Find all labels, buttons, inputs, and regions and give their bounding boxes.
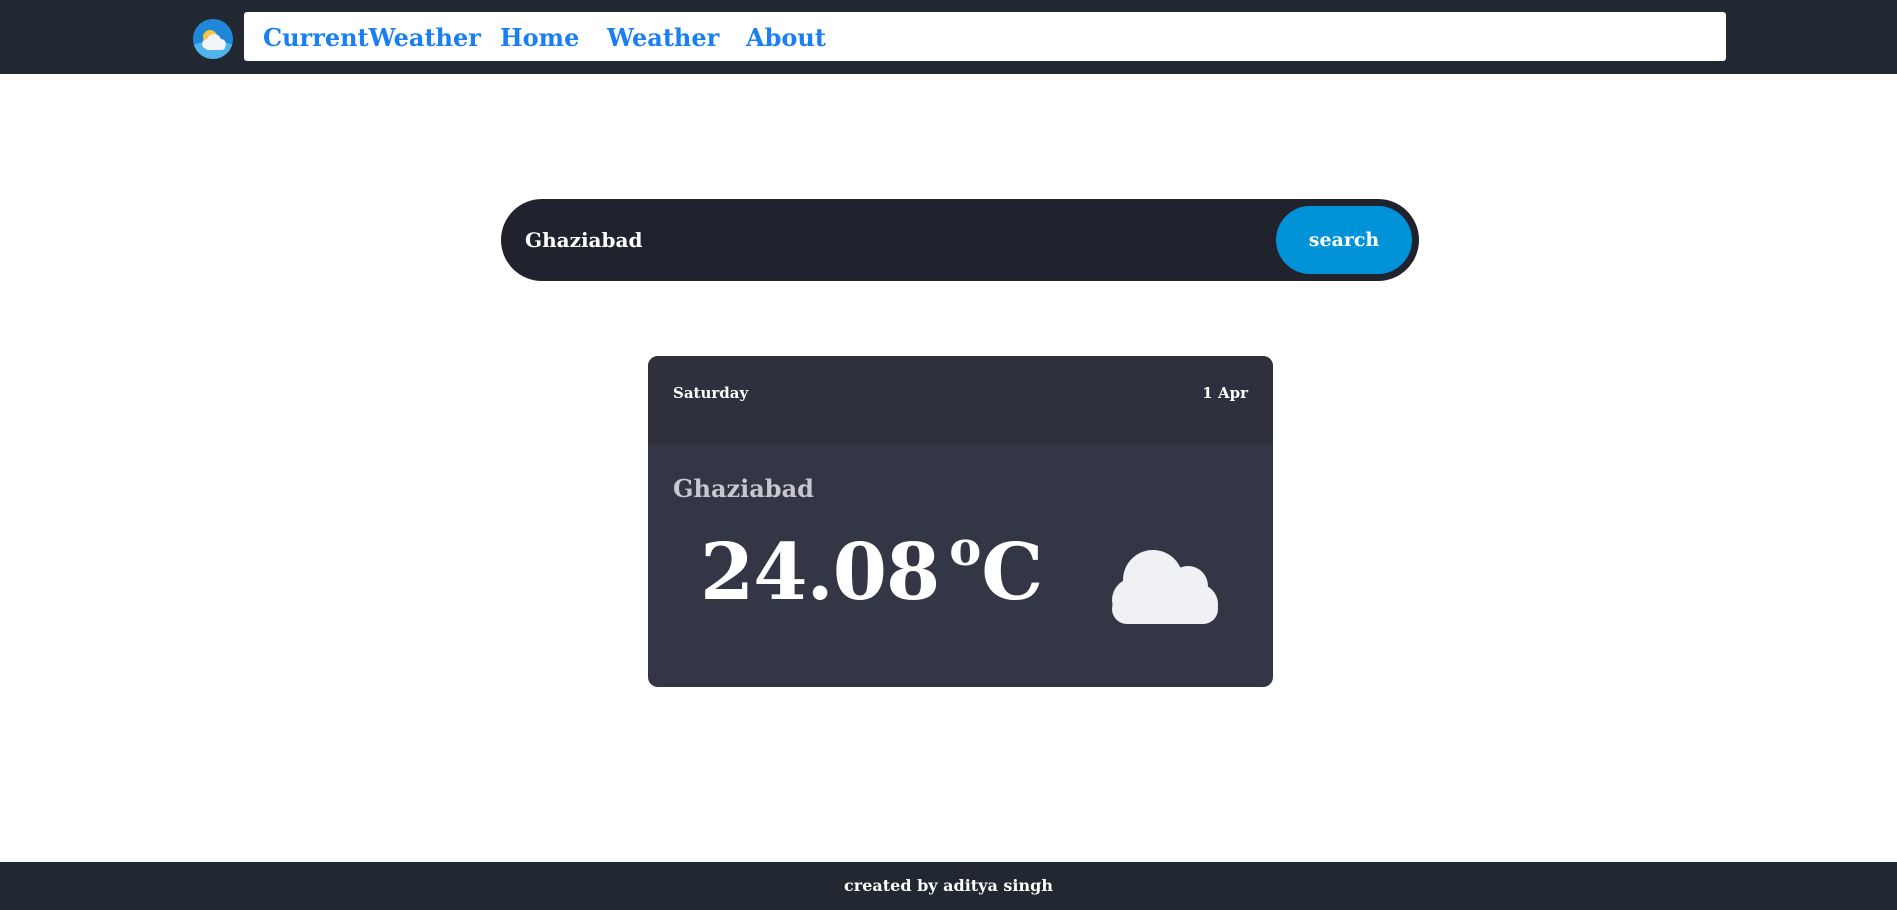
day-label: Saturday	[673, 384, 749, 402]
footer-credit: created by aditya singh	[844, 876, 1053, 895]
search-input[interactable]	[525, 215, 1245, 265]
search-button[interactable]: search	[1276, 206, 1412, 274]
nav-link-about[interactable]: About	[746, 12, 826, 61]
search-bar: search	[501, 199, 1419, 281]
temperature-value: 24.08	[700, 527, 940, 618]
nav-link-weather[interactable]: Weather	[607, 12, 719, 61]
degree-symbol: o	[949, 521, 982, 577]
cloud-icon	[1106, 544, 1222, 626]
top-navbar: CurrentWeather Home Weather About	[0, 0, 1897, 74]
cloud-sun-icon[interactable]	[193, 19, 233, 59]
date-label: 1 Apr	[1202, 384, 1248, 402]
nav-panel: CurrentWeather Home Weather About	[244, 12, 1726, 61]
card-header: Saturday 1 Apr	[648, 356, 1273, 443]
temperature-display: 24.08 oC	[700, 521, 1044, 618]
nav-link-home[interactable]: Home	[500, 12, 579, 61]
footer: created by aditya singh	[0, 862, 1897, 910]
weather-card: Saturday 1 Apr Ghaziabad 24.08 oC	[648, 356, 1273, 687]
city-label: Ghaziabad	[673, 474, 814, 503]
temperature-unit: C	[981, 527, 1044, 618]
brand-link[interactable]: CurrentWeather	[263, 12, 481, 61]
